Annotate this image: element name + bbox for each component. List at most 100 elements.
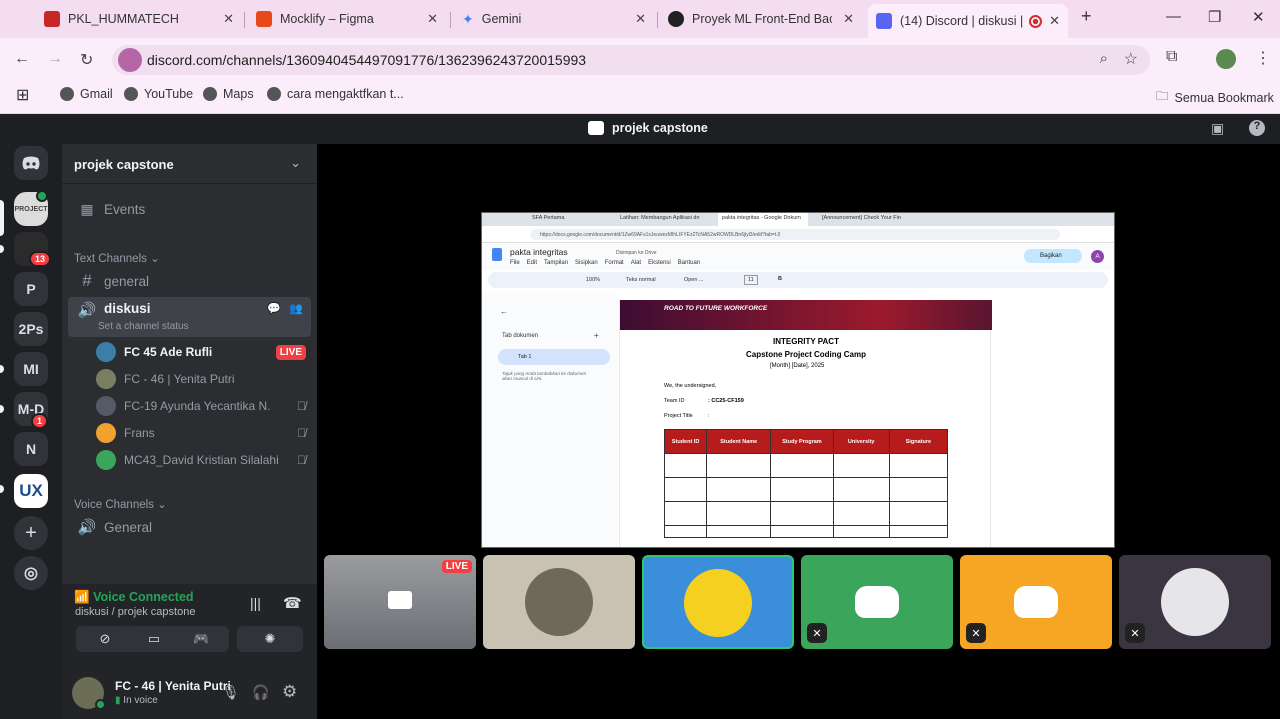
bookmark-item[interactable]: YouTube	[124, 87, 193, 101]
inbox-icon[interactable]: ▣	[1211, 120, 1224, 137]
user-panel: FC - 46 | Yenita Putri ▮ In voice 🎙 🎧 ⚙	[62, 669, 317, 719]
voice-member[interactable]: MC43_David Kristian Silalahi 🎙̸	[96, 447, 306, 473]
mic-muted-icon: ✕	[1125, 623, 1145, 643]
server-icon[interactable]: 2Ps	[14, 312, 48, 346]
screen-share-view[interactable]: SFA Pertama Latihan: Membangun Aplikasi …	[481, 212, 1115, 548]
back-button[interactable]: ←	[14, 50, 30, 68]
stream-stage: SFA Pertama Latihan: Membangun Aplikasi …	[317, 144, 1280, 719]
category-voice-channels[interactable]: Voice Channels ⌄	[74, 497, 167, 511]
voice-member[interactable]: FC-19 Ayunda Yecantika N. 🎙̸	[96, 393, 306, 419]
avatar	[1161, 568, 1229, 636]
profile-avatar[interactable]	[1216, 49, 1236, 69]
mic-muted-icon: ✕	[807, 623, 827, 643]
close-window-button[interactable]: ✕	[1252, 8, 1265, 26]
browser-tab[interactable]: ✦ Gemini ✕	[462, 6, 646, 32]
noise-suppression-icon[interactable]: |||	[250, 595, 261, 611]
server-header[interactable]: projek capstone ⌄	[62, 144, 317, 184]
docs-header: pakta integritas Disimpan ke Drive File E…	[482, 244, 1114, 270]
docs-page: ROAD TO FUTURE WORKFORCE INTEGRITY PACT …	[619, 300, 992, 547]
server-icon	[588, 121, 604, 135]
minimize-button[interactable]: —	[1166, 8, 1181, 25]
new-tab-button[interactable]: +	[1081, 6, 1092, 27]
apps-icon[interactable]: ⊞	[16, 85, 29, 105]
browser-tab[interactable]: PKL_HUMMATECH ✕	[44, 6, 234, 32]
close-icon[interactable]: ✕	[223, 11, 234, 27]
all-bookmarks[interactable]: 🗀 Semua Bookmark	[1156, 87, 1274, 108]
avatar	[96, 423, 116, 443]
mic-muted-icon: ✕	[966, 623, 986, 643]
reload-button[interactable]: ↻	[80, 50, 93, 70]
add-tab-icon[interactable]: +	[594, 331, 599, 340]
bold-icon[interactable]: B	[778, 276, 782, 282]
help-icon[interactable]: ?	[1249, 120, 1265, 136]
voice-channel-diskusi[interactable]: 🔊 diskusi Set a channel status 💬 👥	[68, 297, 311, 337]
voice-channel-general[interactable]: 🔊 General	[68, 511, 311, 543]
participant-tile-speaking[interactable]	[642, 555, 794, 649]
channel-sidebar: projek capstone ⌄ ▦ Events Text Channels ⌄…	[62, 144, 317, 719]
site-info-icon[interactable]	[118, 48, 142, 72]
close-icon[interactable]: ✕	[635, 11, 646, 27]
avatar	[96, 396, 116, 416]
discover-icon[interactable]: ◎	[14, 556, 48, 590]
restore-button[interactable]: ❐	[1208, 8, 1221, 26]
participant-tile-stream[interactable]: LIVE	[324, 555, 476, 649]
chevron-down-icon: ⌄	[290, 155, 301, 170]
headphones-icon[interactable]: 🎧	[252, 684, 269, 701]
mic-muted-icon: 🎙̸	[297, 426, 306, 440]
voice-status[interactable]: 📶 Voice Connected	[74, 590, 194, 605]
avatar	[96, 369, 116, 389]
menu-icon[interactable]: ⋮	[1255, 48, 1271, 68]
participant-tile[interactable]	[483, 555, 635, 649]
voice-member[interactable]: FC 45 Ade Rufli LIVE	[96, 339, 306, 365]
server-icon[interactable]: MI	[14, 352, 48, 386]
bookmark-item[interactable]: cara mengaktfkan t...	[267, 87, 404, 101]
extensions-icon[interactable]: ⧉	[1166, 48, 1177, 66]
bookmark-star-icon[interactable]: ☆	[1124, 49, 1138, 69]
participant-tile[interactable]: ✕	[801, 555, 953, 649]
toolbar: ← → ↻ discord.com/channels/1360940454497…	[0, 38, 1280, 80]
bookmark-item[interactable]: Maps	[203, 87, 254, 101]
direct-messages-button[interactable]	[14, 146, 48, 180]
folder-icon: 🗀	[1156, 89, 1169, 103]
forward-button[interactable]: →	[47, 50, 63, 68]
google-icon	[60, 87, 74, 101]
voice-member[interactable]: FC - 46 | Yenita Putri	[96, 366, 306, 392]
google-icon	[267, 87, 281, 101]
browser-tab[interactable]: Mocklify – Figma ✕	[256, 6, 438, 32]
settings-gear-icon[interactable]: ⚙	[282, 682, 297, 702]
figma-icon	[256, 11, 272, 27]
docs-outline-panel: ← Tab dokumen + Tab 1 Tajuk yang Anda ta…	[482, 293, 618, 547]
back-arrow-icon[interactable]: ←	[500, 307, 508, 316]
close-icon[interactable]: ✕	[843, 11, 854, 27]
chat-icon[interactable]: 💬	[267, 302, 281, 315]
soundboard-button[interactable]: ✺	[237, 626, 303, 652]
speaker-icon: 🔊	[77, 519, 97, 536]
browser-tab-active[interactable]: (14) Discord | diskusi | pr✕	[868, 4, 1068, 38]
participant-tile[interactable]: ✕	[960, 555, 1112, 649]
browser-tab[interactable]: Proyek ML Front-End Back-E✕	[668, 6, 854, 32]
close-icon[interactable]: ✕	[1049, 13, 1060, 29]
zoom-icon[interactable]: ⌕	[1100, 50, 1108, 67]
server-icon[interactable]: N	[14, 432, 48, 466]
address-bar[interactable]: discord.com/channels/1360940454497091776…	[112, 45, 1150, 75]
close-icon[interactable]: ✕	[427, 11, 438, 27]
activities-button[interactable]: 🎮	[174, 626, 229, 652]
invite-icon[interactable]: 👥	[289, 302, 303, 315]
channel-general[interactable]: # general	[68, 265, 311, 297]
docs-menubar: File Edit Tampilan Sisipkan Format Alat Eksten…	[510, 260, 701, 266]
avatar	[684, 569, 752, 637]
server-icon[interactable]: P	[14, 272, 48, 306]
category-text-channels[interactable]: Text Channels ⌄	[74, 251, 160, 265]
banner-image: ROAD TO FUTURE WORKFORCE	[620, 300, 992, 330]
discord-logo-icon	[855, 586, 899, 618]
server-title: projek capstone	[588, 121, 708, 135]
participant-tile[interactable]: ✕	[1119, 555, 1271, 649]
disconnect-icon[interactable]: ☎	[283, 594, 302, 612]
server-icon[interactable]: UX	[14, 474, 48, 508]
microphone-icon[interactable]: 🎙	[222, 684, 240, 701]
add-server-icon[interactable]: +	[14, 516, 48, 550]
events-item[interactable]: ▦ Events	[68, 193, 311, 225]
bookmark-item[interactable]: Gmail	[60, 87, 113, 101]
voice-member[interactable]: Frans 🎙̸	[96, 420, 306, 446]
browser-tab-strip: PKL_HUMMATECH ✕ Mocklify – Figma ✕ ✦ Gemini…	[0, 0, 1280, 38]
